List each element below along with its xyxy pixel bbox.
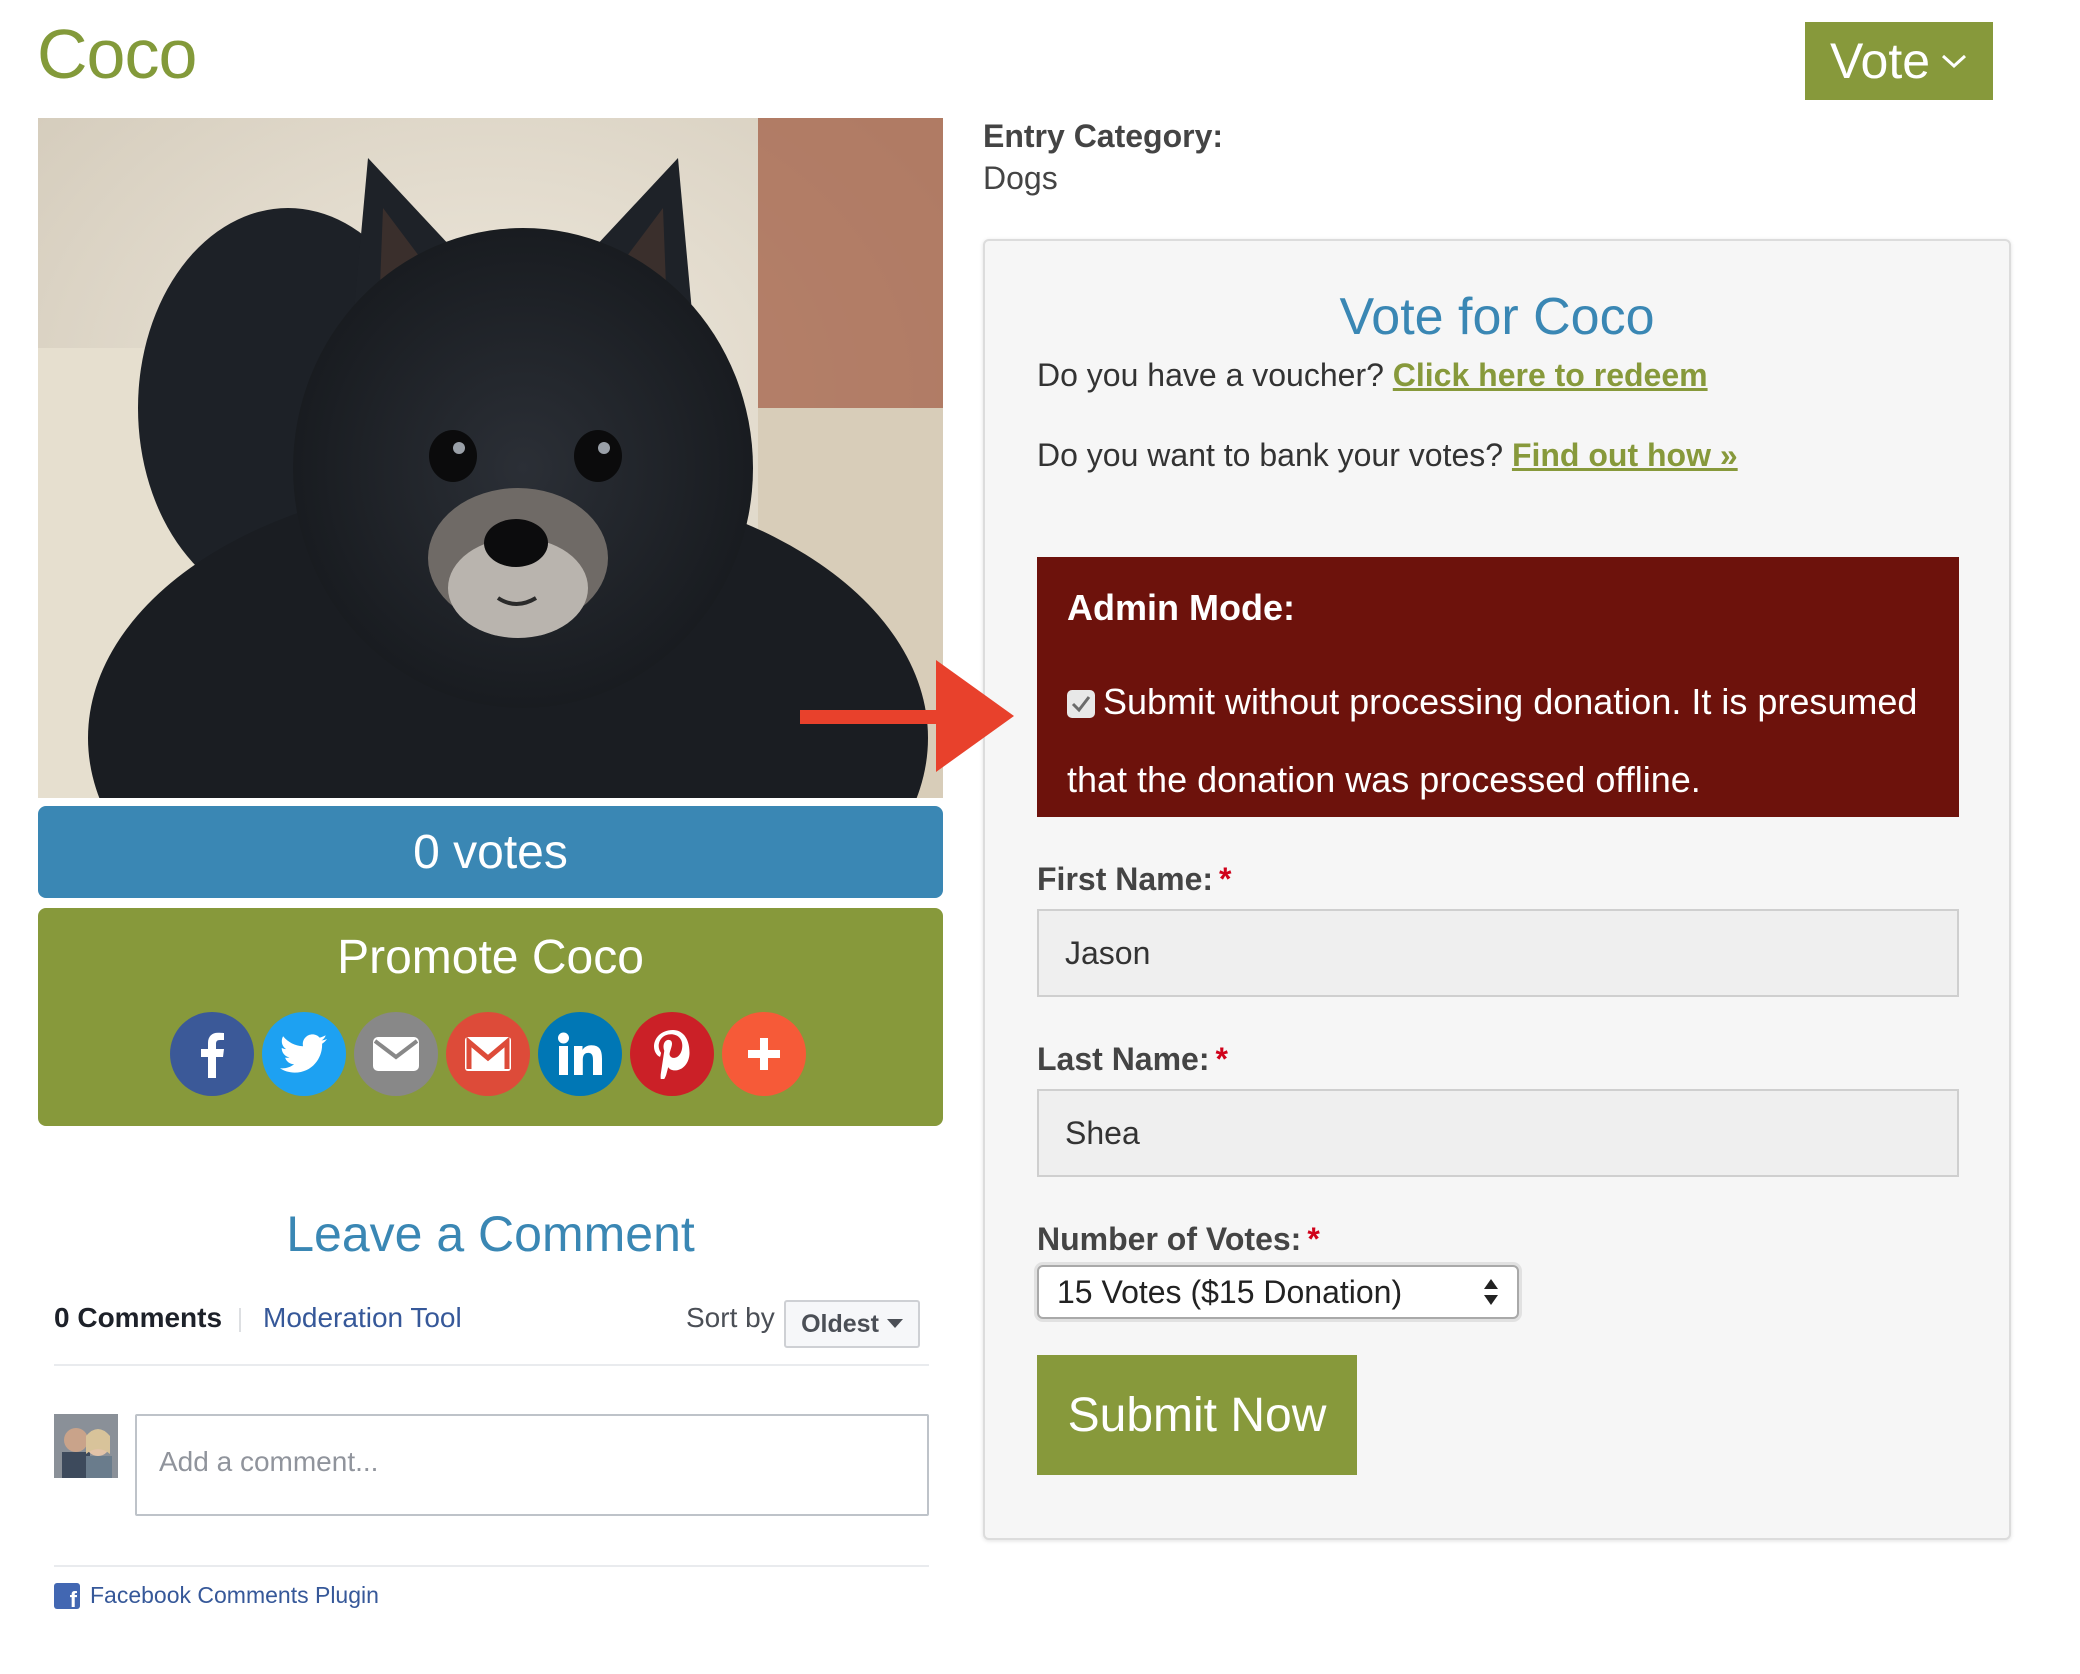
gmail-icon	[465, 1036, 511, 1071]
voucher-text: Do you have a voucher?	[1037, 357, 1384, 393]
facebook-comments-plugin-link[interactable]: f Facebook Comments Plugin	[54, 1582, 379, 1609]
first-name-field[interactable]: Jason	[1037, 909, 1959, 997]
first-name-label: First Name: *	[1037, 861, 1232, 898]
entry-page: Coco Vote 0 votes Promote Coco Leave a C…	[0, 0, 2080, 1674]
share-buttons	[170, 1012, 806, 1096]
sort-order-select[interactable]: Oldest	[784, 1300, 920, 1348]
sort-order-value: Oldest	[801, 1309, 879, 1338]
bank-votes-line: Do you want to bank your votes? Find out…	[1037, 437, 1738, 474]
admin-mode-option: Submit without processing donation. It i…	[1067, 663, 1937, 819]
plus-icon	[748, 1038, 780, 1070]
admin-mode-box: Admin Mode: Submit without processing do…	[1037, 557, 1959, 817]
toolbar-separator	[239, 1308, 241, 1332]
email-share-button[interactable]	[354, 1012, 438, 1096]
vote-menu-label: Vote	[1829, 33, 1931, 89]
redeem-voucher-link[interactable]: Click here to redeem	[1393, 357, 1708, 393]
last-name-label: Last Name: *	[1037, 1041, 1228, 1078]
last-name-field[interactable]: Shea	[1037, 1089, 1959, 1177]
email-icon	[373, 1037, 419, 1071]
checkmark-icon	[1071, 696, 1091, 713]
vote-count-bar: 0 votes	[38, 806, 943, 898]
bank-votes-text: Do you want to bank your votes?	[1037, 437, 1504, 473]
vote-form-panel: Vote for Coco Do you have a voucher? Cli…	[983, 239, 2011, 1540]
facebook-icon: f	[54, 1582, 80, 1609]
chevron-down-icon	[1940, 52, 1968, 70]
caret-down-icon	[886, 1319, 903, 1328]
required-marker: *	[1307, 1221, 1320, 1257]
plugin-label: Facebook Comments Plugin	[90, 1582, 379, 1608]
vote-count: 0 votes	[413, 825, 568, 879]
moderation-tool-link[interactable]: Moderation Tool	[263, 1302, 462, 1334]
number-of-votes-label-text: Number of Votes:	[1037, 1221, 1302, 1257]
sort-by-label: Sort by	[686, 1302, 775, 1333]
submit-now-button[interactable]: Submit Now	[1037, 1355, 1357, 1475]
admin-mode-heading: Admin Mode:	[1067, 587, 1295, 628]
comment-input[interactable]: Add a comment...	[135, 1414, 929, 1516]
entry-category-value: Dogs	[983, 160, 1058, 196]
number-of-votes-label: Number of Votes: *	[1037, 1221, 1320, 1258]
comments-toolbar: 0 Comments Moderation Tool Sort by Oldes…	[54, 1300, 929, 1366]
linkedin-icon	[558, 1032, 602, 1075]
pinterest-icon	[654, 1030, 690, 1079]
pinterest-share-button[interactable]	[630, 1012, 714, 1096]
comments-heading: Leave a Comment	[286, 1206, 695, 1262]
required-marker: *	[1215, 1041, 1228, 1077]
comment-count: 0 Comments	[54, 1302, 223, 1333]
select-arrows-icon	[1484, 1279, 1498, 1305]
number-of-votes-value: 15 Votes ($15 Donation)	[1057, 1273, 1403, 1310]
promote-panel: Promote Coco	[38, 908, 943, 1126]
number-of-votes-select[interactable]: 15 Votes ($15 Donation)	[1037, 1265, 1519, 1319]
vote-menu-button[interactable]: Vote	[1805, 22, 1993, 100]
gmail-share-button[interactable]	[446, 1012, 530, 1096]
last-name-label-text: Last Name:	[1037, 1041, 1210, 1077]
comments-divider	[54, 1565, 929, 1567]
twitter-icon	[280, 1034, 327, 1073]
facebook-icon	[201, 1032, 224, 1078]
entry-category-label: Entry Category:	[983, 118, 1224, 154]
vote-form-title: Vote for Coco	[1339, 288, 1655, 346]
facebook-share-button[interactable]	[170, 1012, 254, 1096]
bank-votes-link[interactable]: Find out how »	[1512, 437, 1738, 473]
admin-mode-text: Submit without processing donation. It i…	[1067, 681, 1918, 800]
promote-title: Promote Coco	[337, 931, 644, 984]
voucher-line: Do you have a voucher? Click here to red…	[1037, 357, 1708, 394]
more-share-button[interactable]	[722, 1012, 806, 1096]
twitter-share-button[interactable]	[262, 1012, 346, 1096]
annotation-arrow-icon	[800, 660, 1014, 777]
required-marker: *	[1219, 861, 1232, 897]
linkedin-share-button[interactable]	[538, 1012, 622, 1096]
first-name-label-text: First Name:	[1037, 861, 1214, 897]
entry-title: Coco	[37, 15, 197, 93]
offline-donation-checkbox[interactable]	[1067, 690, 1095, 718]
avatar	[54, 1414, 118, 1478]
